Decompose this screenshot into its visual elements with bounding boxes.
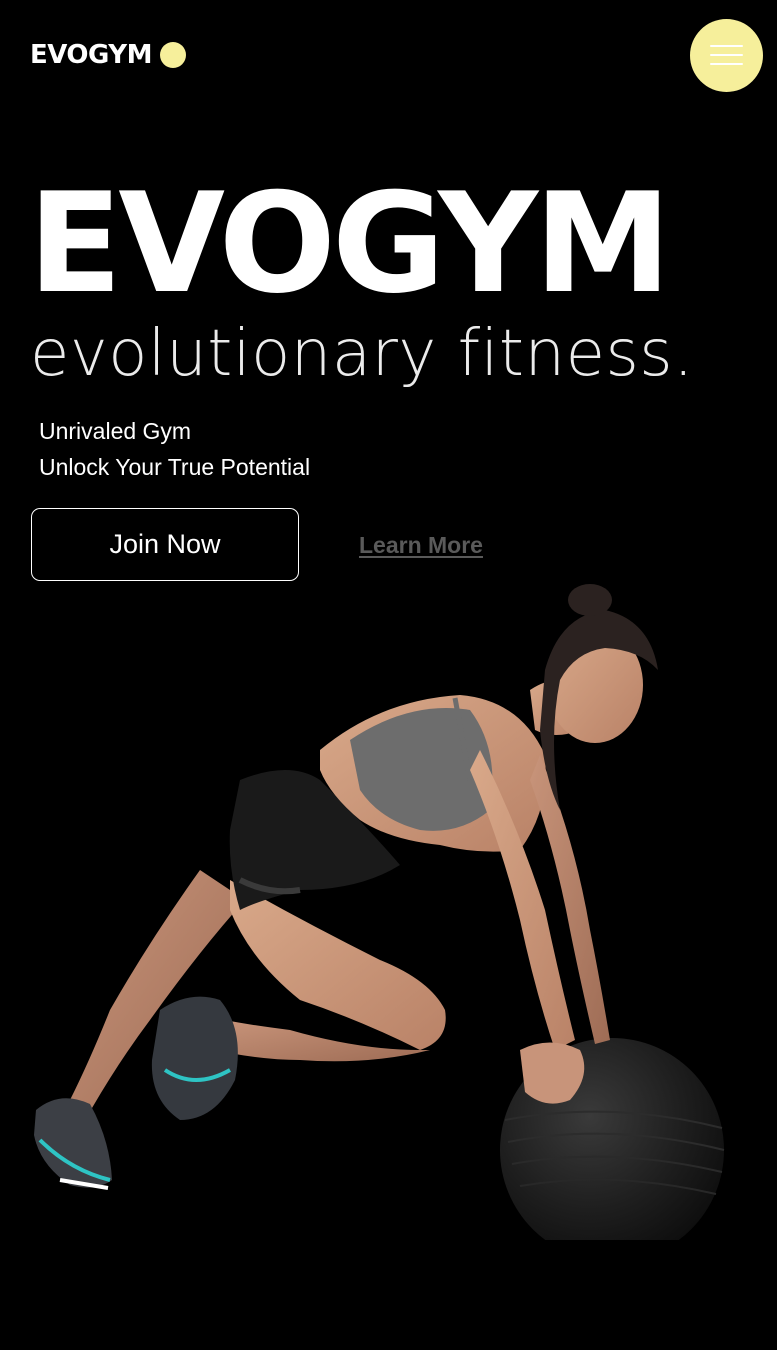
- hero-title: EVOGYM: [28, 163, 671, 324]
- learn-more-link[interactable]: Learn More: [359, 530, 483, 560]
- tagline-line-1: Unrivaled Gym: [39, 418, 192, 444]
- tagline-line-2: Unlock Your True Potential: [39, 454, 311, 480]
- page: EVOGYM EVOGYM evolutionary fitness. Unri…: [0, 0, 777, 1350]
- hamburger-menu-icon-bar: [710, 63, 743, 65]
- logo-dot-icon: [160, 42, 186, 68]
- hamburger-menu-icon-bar: [710, 54, 743, 56]
- join-now-button[interactable]: Join Now: [31, 508, 299, 581]
- hamburger-menu-icon: [710, 45, 743, 47]
- hero-subtitle: evolutionary fitness.: [30, 317, 694, 391]
- logo[interactable]: EVOGYM: [30, 40, 186, 70]
- menu-button[interactable]: [690, 19, 763, 92]
- logo-text: EVOGYM: [30, 40, 153, 70]
- hero-athlete-image: [34, 584, 725, 1240]
